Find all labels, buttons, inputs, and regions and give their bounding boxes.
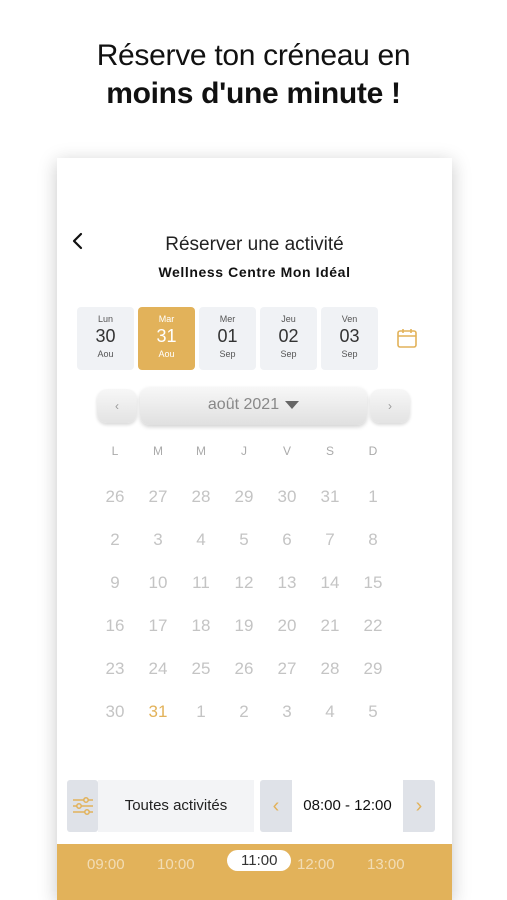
calendar-day[interactable]: 24 <box>143 654 173 684</box>
calendar-day[interactable]: 20 <box>272 611 302 641</box>
calendar-day[interactable]: 12 <box>229 568 259 598</box>
prev-time-button[interactable]: ‹ <box>260 780 292 832</box>
month-selector: ‹ août 2021 › <box>97 387 410 425</box>
calendar-day[interactable]: 29 <box>229 482 259 512</box>
calendar-icon[interactable] <box>396 327 418 349</box>
calendar-day[interactable]: 31 <box>315 482 345 512</box>
venue-name: Wellness Centre Mon Idéal <box>158 264 351 280</box>
calendar-day[interactable]: 26 <box>100 482 130 512</box>
time-slot[interactable]: 12:00 <box>297 856 335 873</box>
day-chip[interactable]: Jeu 02 Sep <box>260 307 317 370</box>
day-month: Sep <box>219 349 236 359</box>
time-range-selector: ‹ 08:00 - 12:00 › <box>260 780 435 832</box>
calendar-day[interactable]: 15 <box>358 568 388 598</box>
page-title: Réserver une activité <box>165 234 344 255</box>
calendar-day[interactable]: 23 <box>100 654 130 684</box>
calendar-day[interactable]: 16 <box>100 611 130 641</box>
time-range-value: 08:00 - 12:00 <box>292 780 403 832</box>
sliders-icon <box>73 797 93 815</box>
calendar-day[interactable]: 17 <box>143 611 173 641</box>
calendar-day[interactable]: 5 <box>229 525 259 555</box>
day-name: Lun <box>97 314 114 324</box>
calendar-day[interactable]: 30 <box>272 482 302 512</box>
calendar-day[interactable]: 7 <box>315 525 345 555</box>
calendar-day[interactable]: 22 <box>358 611 388 641</box>
day-name: Jeu <box>281 314 296 324</box>
promo-line-1: Réserve ton créneau en <box>96 39 411 72</box>
day-month: Sep <box>341 349 358 359</box>
filter-button[interactable] <box>67 780 98 832</box>
calendar-day[interactable]: 28 <box>186 482 216 512</box>
calendar-day[interactable]: 25 <box>186 654 216 684</box>
calendar-day[interactable]: 28 <box>315 654 345 684</box>
next-time-button[interactable]: › <box>403 780 435 832</box>
calendar-day[interactable]: 2 <box>229 697 259 727</box>
calendar-day[interactable]: 9 <box>100 568 130 598</box>
prev-month-button[interactable]: ‹ <box>97 389 137 423</box>
weekday-label: S <box>325 444 334 458</box>
day-number: 03 <box>339 326 360 346</box>
calendar-day[interactable]: 18 <box>186 611 216 641</box>
calendar-day[interactable]: 10 <box>143 568 173 598</box>
weekday-label: M <box>196 444 206 458</box>
calendar-day[interactable]: 14 <box>315 568 345 598</box>
day-chip-selected[interactable]: Mar 31 Aou <box>138 307 195 370</box>
phone-screen: Réserver une activité Wellness Centre Mo… <box>57 158 452 900</box>
day-name: Ven <box>341 314 358 324</box>
weekday-header: LMMJVSD <box>100 444 400 460</box>
day-chip[interactable]: Mer 01 Sep <box>199 307 256 370</box>
month-label: août 2021 <box>207 396 280 413</box>
activity-filter[interactable]: Toutes activités <box>98 780 254 832</box>
filter-bar: Toutes activités ‹ 08:00 - 12:00 › <box>67 780 435 832</box>
weekday-label: L <box>111 444 119 458</box>
calendar-day[interactable]: 11 <box>186 568 216 598</box>
day-month: Sep <box>280 349 297 359</box>
time-slot[interactable]: 13:00 <box>367 856 405 873</box>
day-chip[interactable]: Ven 03 Sep <box>321 307 378 370</box>
calendar-day[interactable]: 3 <box>143 525 173 555</box>
calendar-day[interactable]: 4 <box>186 525 216 555</box>
weekday-label: M <box>153 444 163 458</box>
next-month-button[interactable]: › <box>370 389 410 423</box>
time-slot[interactable]: 10:00 <box>157 856 195 873</box>
promo-line-2: moins d'une minute ! <box>106 77 401 110</box>
weekday-label: D <box>368 444 378 458</box>
day-name: Mer <box>219 314 236 324</box>
weekday-label: V <box>282 444 291 458</box>
day-month: Aou <box>97 349 114 359</box>
calendar-day[interactable]: 6 <box>272 525 302 555</box>
day-chip[interactable]: Lun 30 Aou <box>77 307 134 370</box>
calendar-day[interactable]: 8 <box>358 525 388 555</box>
caret-down-icon <box>285 400 300 409</box>
time-slot-strip: 08:0009:0010:0011:0012:0013:00 <box>57 844 452 900</box>
calendar-day[interactable]: 1 <box>358 482 388 512</box>
calendar-day[interactable]: 27 <box>143 482 173 512</box>
day-number: 01 <box>217 326 238 346</box>
calendar-day-today[interactable]: 31 <box>143 697 173 727</box>
time-slot-active[interactable]: 11:00 <box>227 850 292 871</box>
day-number: 30 <box>95 326 116 346</box>
promo-heading: Réserve ton créneau en moins d'une minut… <box>0 38 507 114</box>
calendar-day[interactable]: 30 <box>100 697 130 727</box>
calendar-day[interactable]: 26 <box>229 654 259 684</box>
calendar-day[interactable]: 27 <box>272 654 302 684</box>
weekday-label: J <box>241 444 247 458</box>
calendar-day[interactable]: 1 <box>186 697 216 727</box>
time-slot[interactable]: 09:00 <box>87 856 125 873</box>
calendar-day[interactable]: 19 <box>229 611 259 641</box>
calendar-day[interactable]: 3 <box>272 697 302 727</box>
calendar-day[interactable]: 13 <box>272 568 302 598</box>
day-name: Mar <box>158 314 175 324</box>
calendar-day[interactable]: 5 <box>358 697 388 727</box>
month-dropdown[interactable]: août 2021 <box>140 387 367 425</box>
day-number: 02 <box>278 326 299 346</box>
day-number: 31 <box>156 326 177 346</box>
calendar-day[interactable]: 2 <box>100 525 130 555</box>
calendar-day[interactable]: 4 <box>315 697 345 727</box>
calendar-day[interactable]: 21 <box>315 611 345 641</box>
calendar-grid: 26 27 28 29 30 31 1 2 3 4 5 6 7 8 9 10 11 12 13 14 15 16 17 18 1… <box>100 482 400 742</box>
calendar-day[interactable]: 29 <box>358 654 388 684</box>
day-month: Aou <box>158 349 175 359</box>
